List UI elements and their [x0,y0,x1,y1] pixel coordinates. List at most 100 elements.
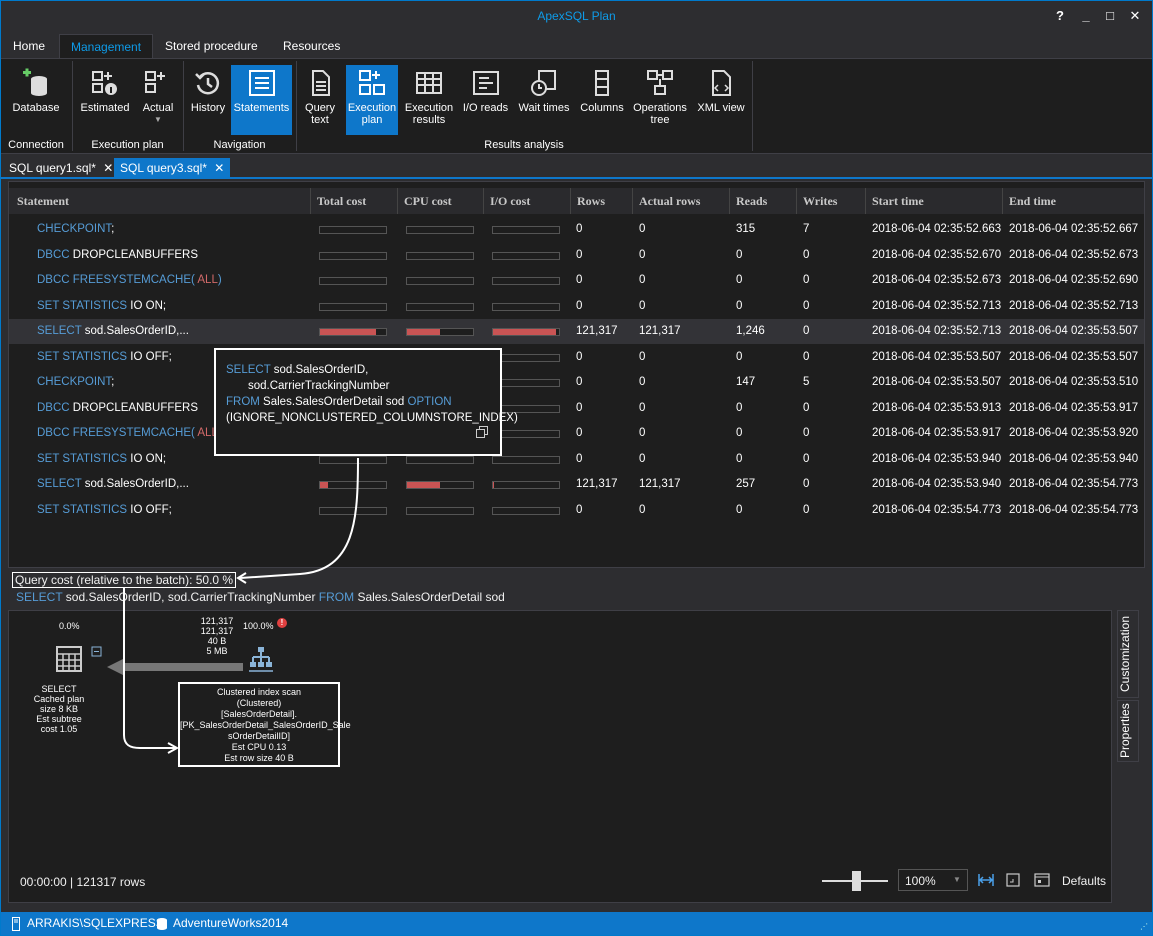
table-row[interactable]: CHECKPOINT; 0 0 315 7 2018-06-04 02:35:52.663… [9,217,1144,242]
statement-text: ; [111,376,115,388]
actual-button[interactable]: Actual ▼ [136,65,180,135]
statement-keyword: SELECT [37,478,82,490]
close-button[interactable]: ✕ [1124,5,1146,27]
doc-tab-query1[interactable]: SQL query1.sql* ✕ [3,158,119,178]
sql-kw-select: SELECT [16,590,63,604]
table-row[interactable]: SELECT sod.SalesOrderID,... 121,317 121,31… [9,319,1144,344]
reads-cell: 1,246 [736,325,765,337]
columns-button[interactable]: Columns [576,65,628,135]
customization-tab[interactable]: Customization [1117,610,1139,698]
rows-cell: 0 [576,248,583,261]
estimated-button[interactable]: Estimated [76,65,134,135]
close-tab-icon[interactable]: ✕ [103,161,113,175]
total-cost-bar [319,251,387,260]
col-writes[interactable]: Writes [796,188,865,214]
end-time-cell: 2018-06-04 02:35:54.773 [1009,503,1139,516]
query-text-button[interactable]: Query text [300,65,340,135]
actual-rows-cell: 0 [639,223,646,235]
cpu-cost-bar [406,481,474,489]
col-total-cost[interactable]: Total cost [310,188,397,214]
operations-tree-button[interactable]: Operations tree [630,65,690,135]
io-reads-button[interactable]: I/O reads [459,65,512,135]
menu-home[interactable]: Home [2,34,56,58]
table-row[interactable]: SET STATISTICS IO ON; 0 0 0 0 2018-06-04 02:3… [9,447,1144,472]
actual-rows-cell: 0 [639,274,646,286]
col-end-time[interactable]: End time [1002,188,1144,214]
execution-plan-button[interactable]: Execution plan [346,65,398,135]
select-label-plan-size: Cached plan size 8 KB [33,694,85,714]
wait-times-button[interactable]: Wait times [514,65,574,135]
history-button[interactable]: History [186,65,230,135]
col-start-time[interactable]: Start time [865,188,1002,214]
table-row[interactable]: SET STATISTICS IO OFF; 0 0 0 0 2018-06-04 02:… [9,345,1144,370]
statement-text: IO [127,452,146,465]
col-actual-rows[interactable]: Actual rows [632,188,729,214]
table-row[interactable]: DBCC FREESYSTEMCACHE( ALL) 0 0 0 0 2018-06-04… [9,421,1144,446]
query-text-label-1: Query [305,102,335,114]
table-row[interactable]: SET STATISTICS IO ON; 0 0 0 0 2018-06-04 02:3… [9,294,1144,319]
statement-keyword: DBCC FREESYSTEMCACHE( [37,274,195,286]
menu-resources[interactable]: Resources [272,34,351,58]
zoom-slider-thumb[interactable] [852,871,861,891]
close-tab-icon[interactable]: ✕ [214,161,224,175]
zoom-select[interactable]: 100% ▼ [898,869,968,891]
node-title: Clustered index scan [216,687,302,697]
database-button[interactable]: Database [6,65,66,135]
select-operator-icon[interactable] [55,643,107,675]
clustered-index-scan-icon[interactable] [247,645,275,673]
col-reads[interactable]: Reads [729,188,796,214]
fit-to-screen-icon[interactable] [978,873,994,887]
rows-cell: 0 [576,274,583,286]
statement-cell: DBCC FREESYSTEMCACHE( ALL) [37,421,222,446]
start-time-cell: 2018-06-04 02:35:52.670 [872,248,1002,261]
menu-management[interactable]: Management [59,34,154,58]
execution-results-label-1: Execution [404,102,454,114]
statement-cell: SET STATISTICS IO ON; [37,447,166,472]
operations-tree-label-1: Operations [633,102,687,114]
end-time-cell: 2018-06-04 02:35:52.690 [1009,274,1139,286]
col-rows[interactable]: Rows [570,188,632,214]
group-navigation: Navigation [213,139,266,151]
end-time-cell: 2018-06-04 02:35:52.667 [1009,223,1139,235]
execution-results-button[interactable]: Execution results [402,65,456,135]
actual-size-icon[interactable] [1006,873,1020,887]
warning-icon[interactable]: ! [277,618,287,628]
start-time-cell: 2018-06-04 02:35:53.913 [872,401,1002,414]
tooltip-line3: Sales.SalesOrderDetail sod [259,396,408,408]
table-row[interactable]: SELECT sod.SalesOrderID,... 121,317 121,31… [9,472,1144,497]
sql-kw-from: FROM [318,590,355,604]
doc-tab-query3[interactable]: SQL query3.sql* ✕ [114,158,231,178]
maximize-button[interactable]: □ [1099,5,1121,27]
statements-button[interactable]: Statements [231,65,292,135]
table-row[interactable]: DBCC DROPCLEANBUFFERS 0 0 0 0 2018-06-04 02:3… [9,243,1144,268]
menu-stored-procedure[interactable]: Stored procedure [154,34,269,58]
reads-cell: 0 [736,274,743,286]
help-button[interactable]: ? [1049,5,1071,27]
col-cpu-cost[interactable]: CPU cost [397,188,483,214]
table-row[interactable]: SET STATISTICS IO OFF; 0 0 0 0 2018-06-04 02:… [9,498,1144,523]
server-name[interactable]: ARRAKIS\SQLEXPRESS [27,916,164,930]
io-cost-bar [492,251,560,260]
resize-grip-icon[interactable]: ⋰ [1140,922,1148,931]
statement-text: DROPCLEANBUFFERS [69,401,199,414]
defaults-button[interactable]: Defaults [1062,874,1106,888]
actual-rows-cell: 0 [639,452,646,465]
execution-results-icon [416,72,442,94]
database-name[interactable]: AdventureWorks2014 [173,916,288,930]
xml-view-button[interactable]: XML view [693,65,749,135]
statement-cell: SELECT sod.SalesOrderID,... [37,319,189,344]
minimize-button[interactable]: _ [1075,5,1097,27]
table-row[interactable]: DBCC DROPCLEANBUFFERS 0 0 0 0 2018-06-04 02:3… [9,396,1144,421]
writes-cell: 0 [803,503,810,516]
col-statement[interactable]: Statement [11,188,310,214]
col-io-cost[interactable]: I/O cost [483,188,570,214]
statement-cell: CHECKPOINT; [37,217,114,242]
defaults-icon[interactable] [1034,873,1050,887]
properties-tab[interactable]: Properties [1117,700,1139,762]
copy-icon[interactable] [476,426,488,438]
statement-keyword: SET STATISTICS [37,299,128,312]
actual-dropdown-icon[interactable]: ▼ [136,114,180,126]
end-time-cell: 2018-06-04 02:35:53.510 [1009,376,1139,388]
table-row[interactable]: CHECKPOINT; 0 0 147 5 2018-06-04 02:35:53.507… [9,370,1144,395]
table-row[interactable]: DBCC FREESYSTEMCACHE( ALL) 0 0 0 0 2018-06-04… [9,268,1144,293]
